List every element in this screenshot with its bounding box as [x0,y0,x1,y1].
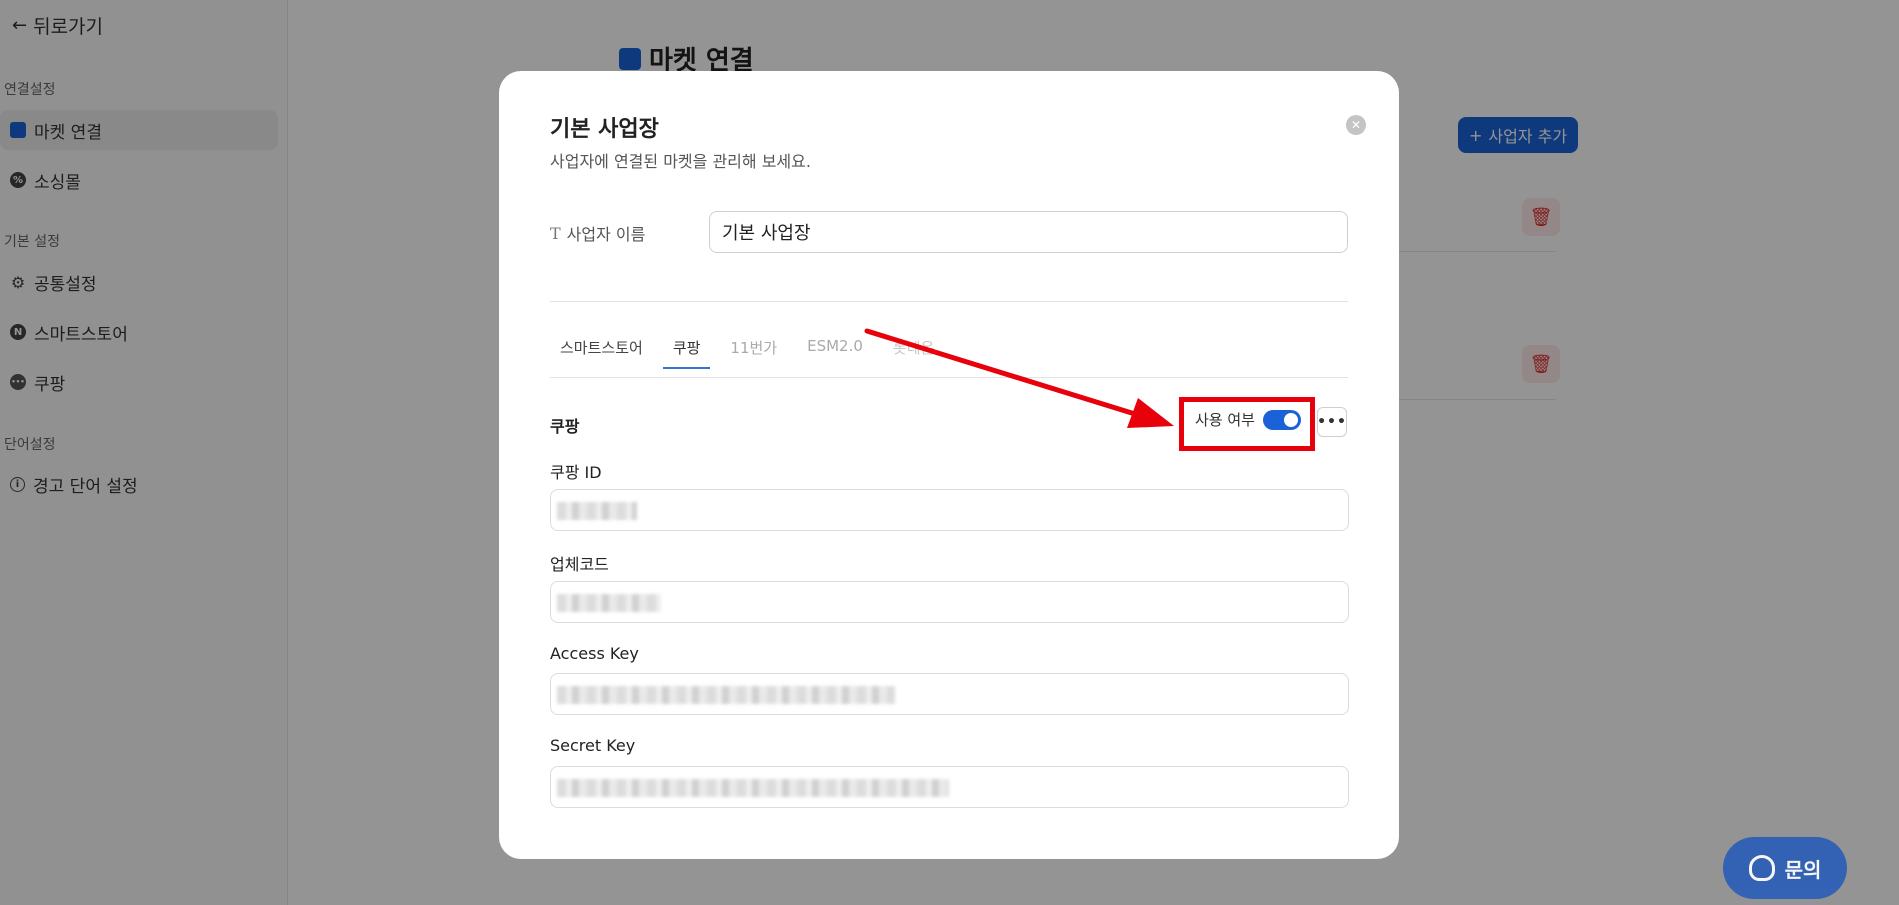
headset-icon [1748,855,1775,881]
help-button[interactable]: 문의 [1723,837,1847,899]
annotation-arrow [864,328,1174,428]
help-label: 문의 [1784,857,1822,882]
annotation-highlight-box [1179,397,1315,451]
